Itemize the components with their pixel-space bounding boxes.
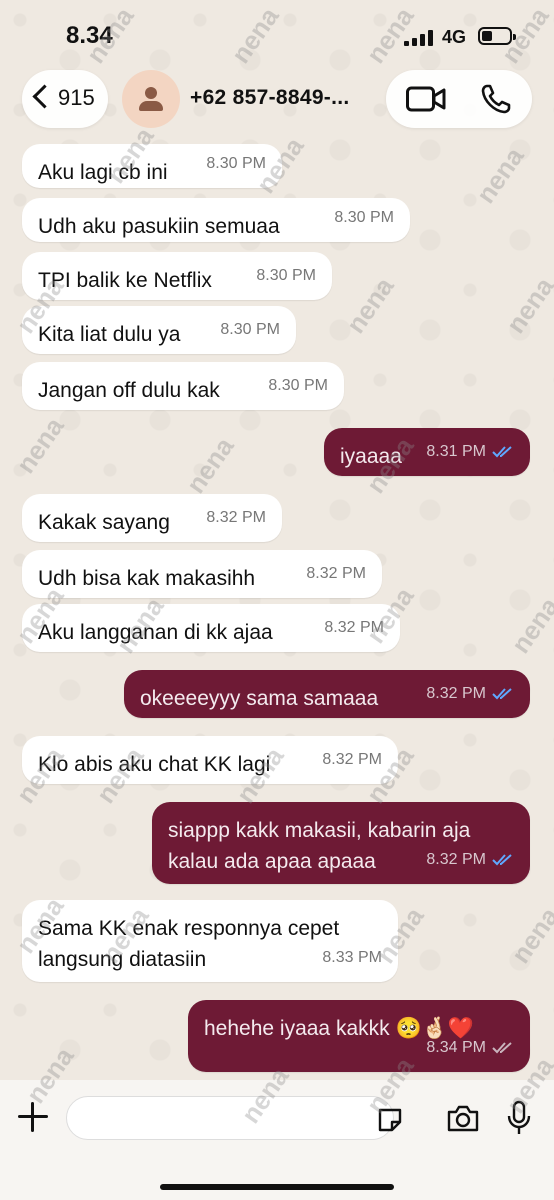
unread-count: 915 xyxy=(58,85,95,110)
message-time: 8.30 PM xyxy=(334,209,394,226)
message-meta: 8.31 PM xyxy=(426,436,514,467)
incoming-message[interactable]: Aku lagi cb ini 8.30 PM xyxy=(22,144,282,188)
message-time: 8.33 PM xyxy=(322,949,382,966)
status-bar: 8.34 4G xyxy=(0,0,554,70)
avatar[interactable] xyxy=(122,70,180,128)
message-time: 8.31 PM xyxy=(426,443,486,460)
read-receipt-icon xyxy=(492,446,512,458)
contact-name[interactable]: +62 857-8849-... xyxy=(190,86,350,110)
read-receipt-icon xyxy=(492,688,512,700)
message-meta: 8.32 PM xyxy=(426,678,514,709)
chat-header: 915 +62 857-8849-... xyxy=(0,68,554,130)
incoming-message[interactable]: Jangan off dulu kak 8.30 PM xyxy=(22,362,344,410)
message-meta: 8.32 PM xyxy=(426,844,514,875)
incoming-message[interactable]: TPI balik ke Netflix 8.30 PM xyxy=(22,252,332,300)
person-icon xyxy=(145,87,157,99)
message-meta: 8.30 PM xyxy=(206,148,266,179)
microphone-icon[interactable] xyxy=(506,1100,532,1136)
message-list[interactable]: Aku lagi cb ini 8.30 PM Udh aku pasukiin s… xyxy=(0,130,554,1080)
camera-icon[interactable] xyxy=(446,1104,480,1132)
message-time: 8.32 PM xyxy=(426,851,486,868)
message-meta: 8.30 PM xyxy=(256,260,316,291)
delivered-receipt-icon xyxy=(492,1042,512,1054)
message-time: 8.32 PM xyxy=(426,685,486,702)
battery-icon xyxy=(478,27,516,45)
message-meta: 8.30 PM xyxy=(220,314,280,345)
back-button[interactable]: 915 xyxy=(22,70,108,128)
plus-icon[interactable] xyxy=(18,1102,48,1132)
message-meta: 8.30 PM xyxy=(334,202,394,233)
video-call-icon[interactable] xyxy=(406,86,446,112)
message-time: 8.30 PM xyxy=(220,321,280,338)
message-time: 8.32 PM xyxy=(306,565,366,582)
incoming-message[interactable]: Kakak sayang 8.32 PM xyxy=(22,494,282,542)
message-time: 8.32 PM xyxy=(206,509,266,526)
incoming-message[interactable]: Klo abis aku chat KK lagi 8.32 PM xyxy=(22,736,398,784)
message-time: 8.32 PM xyxy=(322,751,382,768)
message-meta: 8.32 PM xyxy=(206,502,266,533)
message-meta: 8.33 PM xyxy=(322,942,382,973)
home-indicator xyxy=(160,1184,394,1190)
incoming-message[interactable]: Aku langganan di kk ajaa 8.32 PM xyxy=(22,604,400,652)
message-time: 8.32 PM xyxy=(324,619,384,636)
status-time: 8.34 xyxy=(66,22,113,49)
read-receipt-icon xyxy=(492,854,512,866)
phone-call-icon[interactable] xyxy=(480,83,512,115)
message-meta: 8.34 PM xyxy=(426,1032,514,1063)
message-meta: 8.32 PM xyxy=(306,558,366,589)
composer-bar xyxy=(0,1080,554,1200)
message-time: 8.30 PM xyxy=(256,267,316,284)
outgoing-message[interactable]: hehehe iyaaa kakkk 🥺🤞🏻❤️ 8.34 PM xyxy=(188,1000,530,1072)
message-time: 8.30 PM xyxy=(206,155,266,172)
incoming-message[interactable]: Kita liat dulu ya 8.30 PM xyxy=(22,306,296,354)
outgoing-message[interactable]: okeeeeyyy sama samaaa 8.32 PM xyxy=(124,670,530,718)
incoming-message[interactable]: Udh aku pasukiin semuaa 8.30 PM xyxy=(22,198,410,242)
chevron-left-icon xyxy=(32,84,57,109)
outgoing-message[interactable]: siappp kakk makasii, kabarin aja kalau a… xyxy=(152,802,530,884)
call-actions xyxy=(386,70,532,128)
message-meta: 8.32 PM xyxy=(322,744,382,775)
incoming-message[interactable]: Sama KK enak responnya cepet langsung di… xyxy=(22,900,398,982)
network-label: 4G xyxy=(442,27,467,47)
sticker-icon[interactable] xyxy=(376,1106,404,1134)
message-input[interactable] xyxy=(66,1096,394,1140)
outgoing-message[interactable]: iyaaaa 8.31 PM xyxy=(324,428,530,476)
message-meta: 8.30 PM xyxy=(268,370,328,401)
incoming-message[interactable]: Udh bisa kak makasihh 8.32 PM xyxy=(22,550,382,598)
signal-icon xyxy=(404,30,436,46)
message-time: 8.30 PM xyxy=(268,377,328,394)
message-time: 8.34 PM xyxy=(426,1039,486,1056)
message-meta: 8.32 PM xyxy=(324,612,384,643)
